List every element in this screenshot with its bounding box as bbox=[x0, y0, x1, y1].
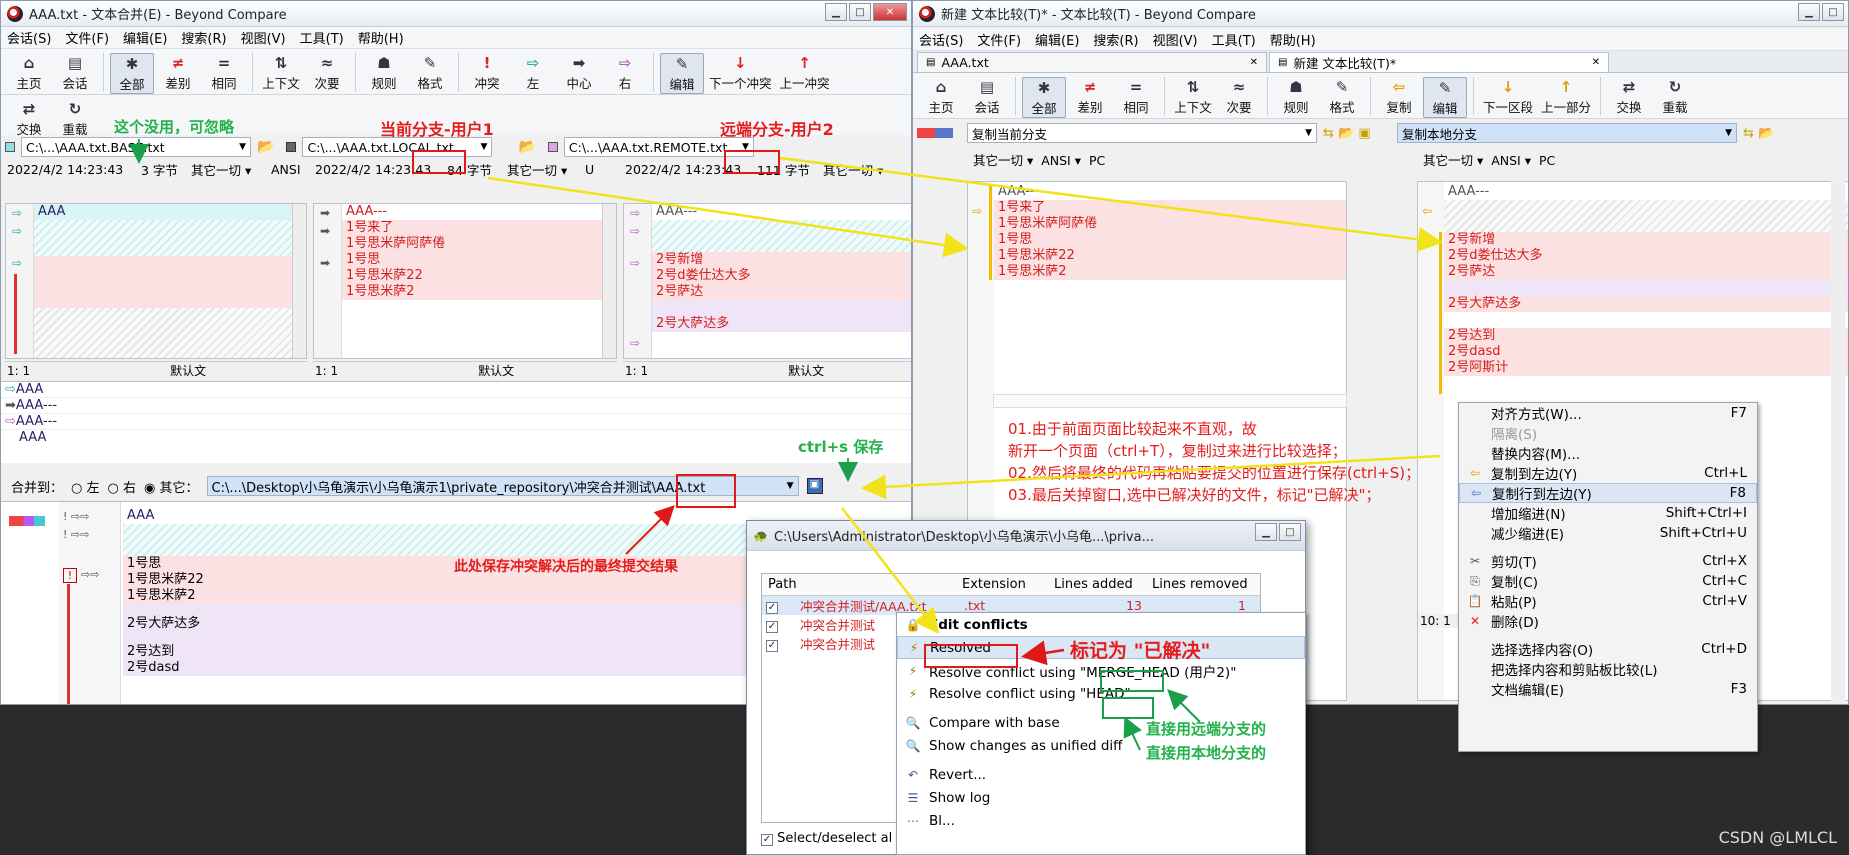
annotation-arrows bbox=[129, 139, 1443, 751]
watermark: CSDN @LMLCL bbox=[1718, 828, 1837, 847]
